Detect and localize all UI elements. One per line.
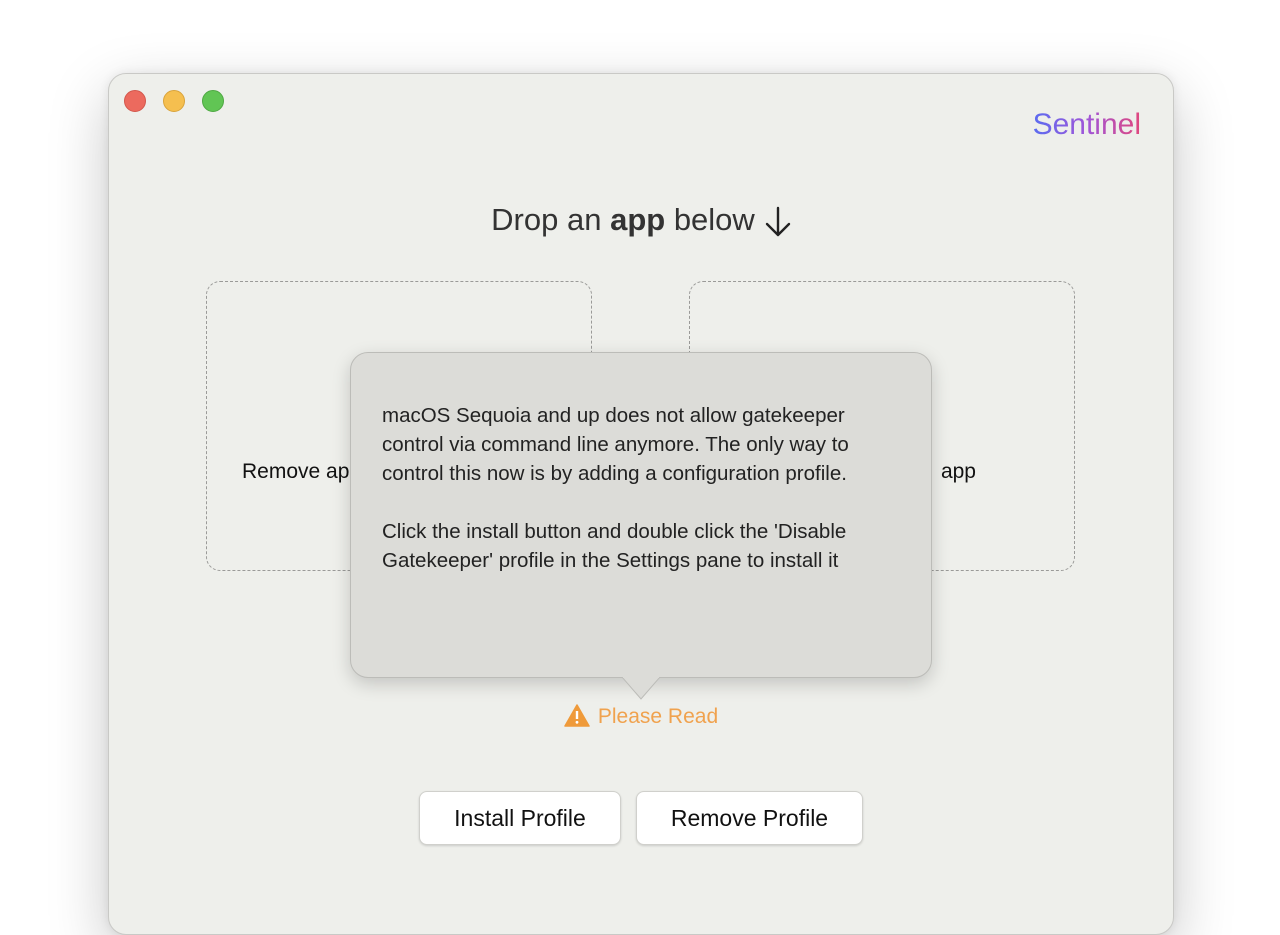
popover-paragraph: Click the install button and double clic… bbox=[382, 520, 847, 572]
drop-zone-label: app bbox=[940, 460, 976, 483]
popover-paragraph: macOS Sequoia and up does not allow gate… bbox=[382, 404, 849, 485]
heading-bold: app bbox=[610, 202, 666, 237]
install-profile-button[interactable]: Install Profile bbox=[419, 791, 621, 845]
zoom-window-button[interactable] bbox=[202, 90, 224, 112]
heading-prefix: Drop an bbox=[491, 202, 611, 237]
heading-suffix: below bbox=[665, 202, 755, 237]
remove-profile-button[interactable]: Remove Profile bbox=[636, 791, 863, 845]
drop-zone-label: Remove app bbox=[242, 460, 362, 483]
drop-heading: Drop an app below bbox=[109, 202, 1173, 238]
popover-arrow bbox=[622, 677, 660, 700]
warning-triangle-icon bbox=[564, 704, 590, 727]
arrow-down-icon bbox=[765, 206, 791, 237]
close-window-button[interactable] bbox=[124, 90, 146, 112]
please-read-label: Please Read bbox=[597, 705, 719, 728]
minimize-window-button[interactable] bbox=[163, 90, 185, 112]
info-popover: macOS Sequoia and up does not allow gate… bbox=[350, 352, 932, 678]
please-read-link[interactable]: Please Read bbox=[109, 704, 1173, 729]
app-brand: Sentinel bbox=[1032, 108, 1141, 141]
app-window: Sentinel Drop an app below Remove app ap… bbox=[108, 73, 1174, 935]
